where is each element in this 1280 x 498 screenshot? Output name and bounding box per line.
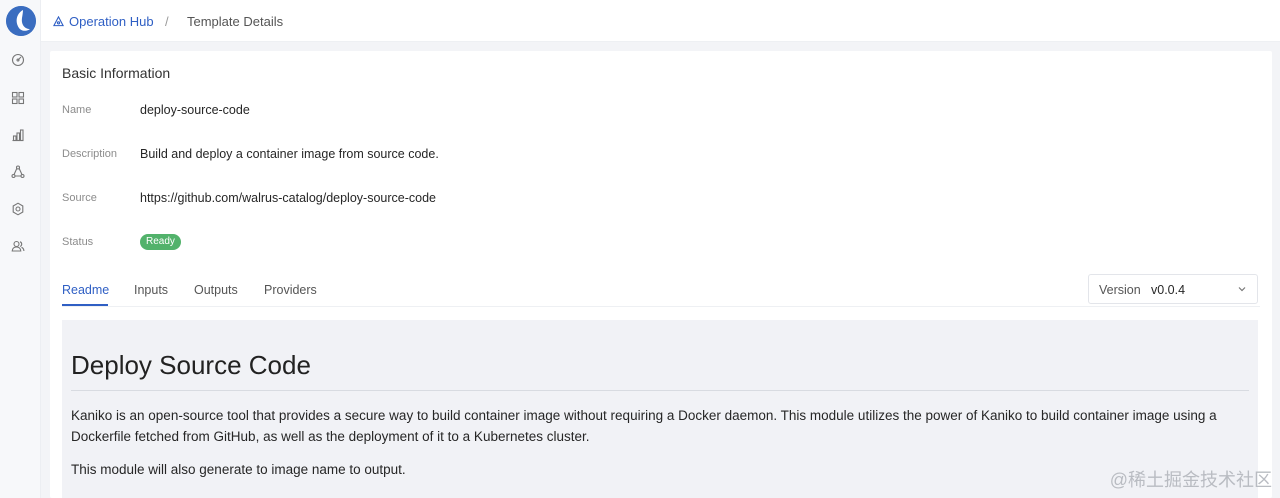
version-select[interactable]: Version v0.0.4 — [1088, 274, 1258, 304]
version-value[interactable]: v0.0.4 — [1151, 283, 1185, 297]
description-value: Build and deploy a container image from … — [140, 147, 439, 161]
app-logo[interactable] — [6, 6, 36, 36]
version-label: Version — [1099, 283, 1141, 297]
active-tab-indicator — [62, 304, 108, 306]
breadcrumb-separator: / — [165, 14, 169, 29]
template-details-card: Basic Information Name deploy-source-cod… — [50, 51, 1272, 498]
chevron-down-icon[interactable] — [1237, 284, 1247, 294]
status-badge: Ready — [140, 234, 181, 250]
name-label: Name — [62, 104, 92, 116]
readme-paragraph-line-1: Kaniko is an open-source tool that provi… — [71, 408, 1217, 423]
readme-paragraph-2: This module will also generate to image … — [71, 462, 406, 477]
sidebar — [0, 0, 41, 498]
watermark: @稀土掘金技术社区 — [1109, 470, 1272, 490]
readme-panel: Deploy Source Code Kaniko is an open-sou… — [62, 320, 1258, 498]
operation-hub-icon — [53, 16, 64, 27]
breadcrumb-current: Template Details — [187, 14, 284, 29]
applications-icon[interactable] — [10, 90, 26, 106]
name-value: deploy-source-code — [140, 103, 250, 117]
operation-icon[interactable] — [10, 164, 26, 180]
readme-heading: Deploy Source Code — [71, 350, 311, 380]
tab-providers[interactable]: Providers — [264, 283, 317, 297]
breadcrumb-home-link[interactable]: Operation Hub — [53, 14, 154, 29]
status-label: Status — [62, 236, 94, 248]
chart-icon[interactable] — [10, 127, 26, 143]
tab-inputs[interactable]: Inputs — [134, 283, 168, 297]
source-value[interactable]: https://github.com/walrus-catalog/deploy… — [140, 191, 436, 205]
heading-divider — [71, 390, 1249, 391]
settings-icon[interactable] — [10, 201, 26, 217]
section-title: Basic Information — [62, 65, 171, 81]
dashboard-icon[interactable] — [10, 52, 26, 68]
tab-bar: Readme Inputs Outputs Providers — [62, 275, 1260, 307]
source-label: Source — [62, 192, 97, 204]
tab-outputs[interactable]: Outputs — [194, 283, 238, 297]
description-label: Description — [62, 148, 118, 160]
header-bar: Operation Hub / Template Details — [41, 0, 1280, 42]
users-icon[interactable] — [10, 238, 26, 254]
readme-paragraph-line-2: Dockerfile fetched from GitHub, as well … — [71, 429, 590, 444]
tab-readme[interactable]: Readme — [62, 283, 109, 297]
breadcrumb-home-label[interactable]: Operation Hub — [69, 14, 154, 29]
